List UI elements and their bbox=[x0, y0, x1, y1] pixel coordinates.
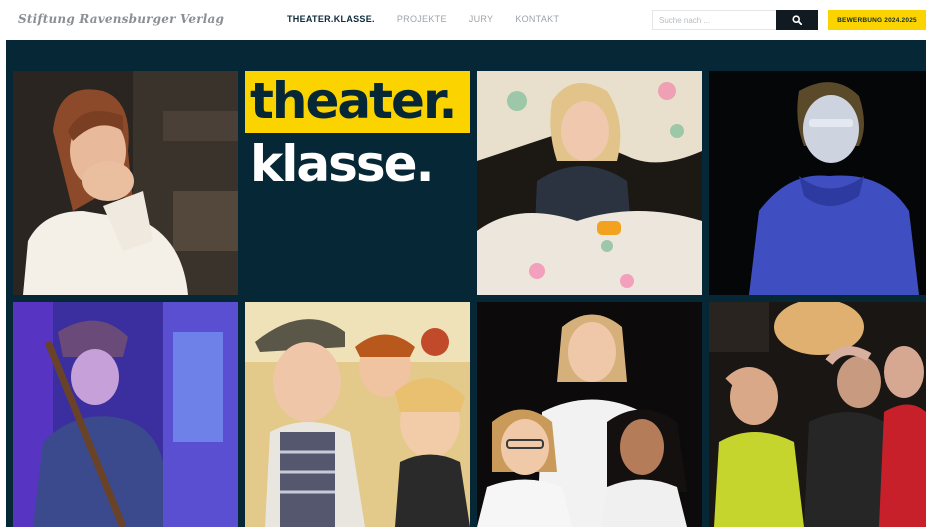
search-button[interactable] bbox=[776, 10, 818, 30]
site-header: Stiftung Ravensburger Verlag THEATER.KLA… bbox=[0, 0, 926, 40]
nav-item-projekte[interactable]: PROJEKTE bbox=[397, 14, 447, 24]
search-form bbox=[652, 10, 818, 30]
photo-boy-with-cap bbox=[245, 302, 470, 527]
logo-line-theater: theater. bbox=[245, 71, 470, 133]
nav-item-kontakt[interactable]: KONTAKT bbox=[515, 14, 559, 24]
main-nav: THEATER.KLASSE. PROJEKTE JURY KONTAKT bbox=[287, 14, 581, 24]
photo-girl-with-blanket bbox=[477, 71, 702, 295]
nav-item-jury[interactable]: JURY bbox=[469, 14, 494, 24]
logo-text-klasse: klasse. bbox=[250, 135, 435, 193]
photo-boy-blue-hoodie bbox=[709, 71, 926, 295]
photo-kids-hands-up bbox=[709, 302, 926, 527]
search-icon bbox=[792, 15, 802, 25]
search-input[interactable] bbox=[652, 10, 776, 30]
theater-klasse-logo: theater. klasse. bbox=[245, 71, 470, 295]
hero-grid: theater. klasse. bbox=[6, 40, 926, 527]
nav-item-theater-klasse[interactable]: THEATER.KLASSE. bbox=[287, 14, 375, 24]
photo-girl-surprised bbox=[13, 71, 238, 295]
logo-text-theater: theater. bbox=[250, 72, 457, 130]
application-button[interactable]: BEWERBUNG 2024.2025 bbox=[828, 10, 926, 30]
photo-three-girls bbox=[477, 302, 702, 527]
photo-child-with-broom bbox=[13, 302, 238, 527]
brand-logo[interactable]: Stiftung Ravensburger Verlag bbox=[18, 12, 224, 26]
